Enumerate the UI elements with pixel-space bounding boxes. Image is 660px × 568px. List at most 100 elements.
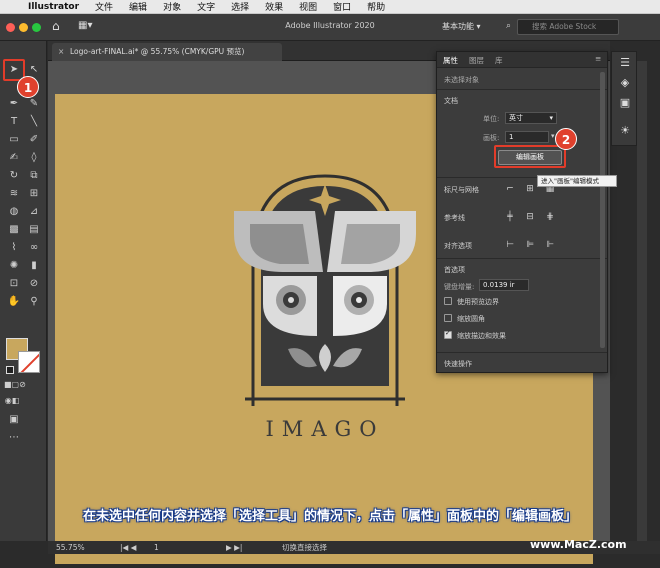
paintbrush-tool-icon[interactable]: ✐ (26, 133, 42, 147)
document-tab[interactable]: × Logo-art-FINAL.ai* @ 55.75% (CMYK/GPU … (52, 43, 282, 61)
keyboard-increment-field[interactable]: 0.0139 ir (479, 279, 529, 291)
artboard-dropdown-icon[interactable]: ▾ (551, 132, 555, 140)
right-dock: ☰ ◈ ▣ ☀ (611, 51, 637, 146)
next-artboard-icon[interactable]: ▶ ▶| (226, 541, 242, 554)
menu-window[interactable]: 窗口 (325, 0, 359, 13)
symbol-sprayer-tool-icon[interactable]: ✺ (6, 259, 22, 273)
properties-icon[interactable]: ☰ (618, 56, 632, 70)
adobe-stock-search[interactable]: 搜索 Adobe Stock (517, 19, 619, 35)
units-select[interactable]: 英寸 ▾ (505, 112, 557, 124)
chevron-down-icon: ▾ (549, 114, 553, 122)
free-transform-tool-icon[interactable]: ⊞ (26, 187, 42, 201)
scale-corners-checkbox[interactable] (444, 314, 452, 322)
line-tool-icon[interactable]: ╲ (26, 115, 42, 129)
menu-effect[interactable]: 效果 (257, 0, 291, 13)
app-titlebar: ⌂ ▦▾ Adobe Illustrator 2020 基本功能 ▾ ⌕ 搜索 … (0, 14, 660, 41)
shape-builder-tool-icon[interactable]: ◍ (6, 205, 22, 219)
type-tool-icon[interactable]: T (6, 115, 22, 129)
menu-object[interactable]: 对象 (155, 0, 189, 13)
artboard-label: 画板: (483, 134, 500, 142)
perspective-grid-tool-icon[interactable]: ⊿ (26, 205, 42, 219)
slice-tool-icon[interactable]: ⊘ (26, 277, 42, 291)
snap-to-pixel-icon[interactable]: ⊫ (523, 239, 537, 251)
scale-tool-icon[interactable]: ⧉ (26, 169, 42, 183)
chevron-down-icon: ▾ (476, 22, 481, 31)
rulers-grids-label: 标尺与网格 (444, 186, 479, 194)
rotate-tool-icon[interactable]: ↻ (6, 169, 22, 183)
workspace-label: 基本功能 (442, 22, 474, 31)
eyedropper-tool-icon[interactable]: ⌇ (6, 241, 22, 255)
grid-icon[interactable]: ⊞ (523, 183, 537, 195)
guides-label: 参考线 (444, 214, 465, 222)
none-slash-icon (19, 352, 39, 372)
step-badge-1: 1 (17, 76, 39, 98)
menu-app[interactable]: Illustrator (20, 2, 87, 12)
panel-scrollbar[interactable] (600, 72, 605, 348)
step-badge-2: 2 (555, 128, 577, 150)
logo-wordmark: IMAGO (265, 417, 385, 441)
zoom-level[interactable]: 55.75% (56, 541, 85, 554)
canvas-vertical-scrollbar[interactable] (637, 61, 647, 541)
menu-help[interactable]: 帮助 (359, 0, 393, 13)
zoom-tool-icon[interactable]: ⚲ (26, 295, 42, 309)
draw-mode-icons[interactable]: ◉◧ (4, 394, 20, 408)
menu-file[interactable]: 文件 (87, 0, 121, 13)
blend-tool-icon[interactable]: ∞ (26, 241, 42, 255)
edit-artboards-highlight (494, 145, 566, 168)
appearance-icon[interactable]: ☀ (618, 124, 632, 138)
artboard-tool-icon[interactable]: ⊡ (6, 277, 22, 291)
scale-strokes-label: 缩放描边和效果 (457, 332, 506, 340)
search-icon: ⌕ (506, 21, 512, 31)
preview-bounds-label: 使用预览边界 (457, 298, 499, 306)
tab-properties[interactable]: 属性 (443, 55, 458, 66)
shaper-tool-icon[interactable]: ✍ (6, 151, 22, 165)
default-colors-icon[interactable] (6, 366, 14, 374)
previous-artboard-icon[interactable]: |◀ ◀ (120, 541, 136, 554)
scale-strokes-checkbox[interactable] (444, 329, 452, 339)
screen-mode-icon[interactable]: ▣ (6, 413, 22, 427)
column-graph-tool-icon[interactable]: ▮ (26, 259, 42, 273)
quick-actions-header: 快速操作 (444, 360, 472, 368)
eraser-tool-icon[interactable]: ◊ (26, 151, 42, 165)
snap-to-point-icon[interactable]: ⊢ (503, 239, 517, 251)
properties-panel: 属性 图层 库 ≡ 未选择对象 文档 单位: 英寸 ▾ 画板: 1 ▾ 编辑画板 … (436, 51, 608, 373)
mac-menubar: Illustrator 文件 编辑 对象 文字 选择 效果 视图 窗口 帮助 (0, 0, 660, 14)
gradient-tool-icon[interactable]: ▤ (26, 223, 42, 237)
libraries-icon[interactable]: ▣ (618, 96, 632, 110)
menu-edit[interactable]: 编辑 (121, 0, 155, 13)
more-tools-icon[interactable]: ⋯ (6, 431, 22, 445)
tab-libraries[interactable]: 库 (495, 55, 503, 66)
menu-type[interactable]: 文字 (189, 0, 223, 13)
snap-to-glyph-icon[interactable]: ⊩ (543, 239, 557, 251)
artboard-number-value: 1 (509, 133, 514, 141)
tab-layers[interactable]: 图层 (469, 55, 484, 66)
curvature-tool-icon[interactable]: ✎ (26, 97, 42, 111)
pen-tool-icon[interactable]: ✒ (6, 97, 22, 111)
menu-select[interactable]: 选择 (223, 0, 257, 13)
keyboard-increment-label: 键盘增量: (444, 283, 475, 291)
rulers-icon[interactable]: ⌐ (503, 183, 517, 195)
scale-corners-label: 缩放圆角 (457, 315, 485, 323)
direct-selection-tool-icon[interactable]: ↖ (26, 63, 42, 77)
workspace-switcher[interactable]: 基本功能 ▾ (438, 20, 508, 34)
mesh-tool-icon[interactable]: ▩ (6, 223, 22, 237)
artboard-number-field[interactable]: 1 (505, 131, 549, 143)
current-tool-status: 切换直接选择 (282, 543, 327, 552)
width-tool-icon[interactable]: ≋ (6, 187, 22, 201)
color-mode-icons[interactable]: ■▢⊘ (4, 378, 26, 392)
show-guides-icon[interactable]: ╪ (503, 211, 517, 223)
document-section-header: 文档 (444, 97, 458, 105)
smart-guides-icon[interactable]: ⊟ (523, 211, 537, 223)
layers-icon[interactable]: ◈ (618, 76, 632, 90)
panel-menu-icon[interactable]: ≡ (595, 54, 601, 63)
menu-view[interactable]: 视图 (291, 0, 325, 13)
stroke-swatch[interactable] (18, 351, 40, 373)
rectangle-tool-icon[interactable]: ▭ (6, 133, 22, 147)
hand-tool-icon[interactable]: ✋ (6, 295, 22, 309)
divider (437, 89, 607, 90)
artboard-page-number[interactable]: 1 (154, 541, 159, 554)
preview-bounds-checkbox[interactable] (444, 297, 452, 305)
close-tab-icon[interactable]: × (58, 43, 64, 61)
lock-guides-icon[interactable]: ⋕ (543, 211, 557, 223)
preferences-header: 首选项 (444, 266, 465, 274)
